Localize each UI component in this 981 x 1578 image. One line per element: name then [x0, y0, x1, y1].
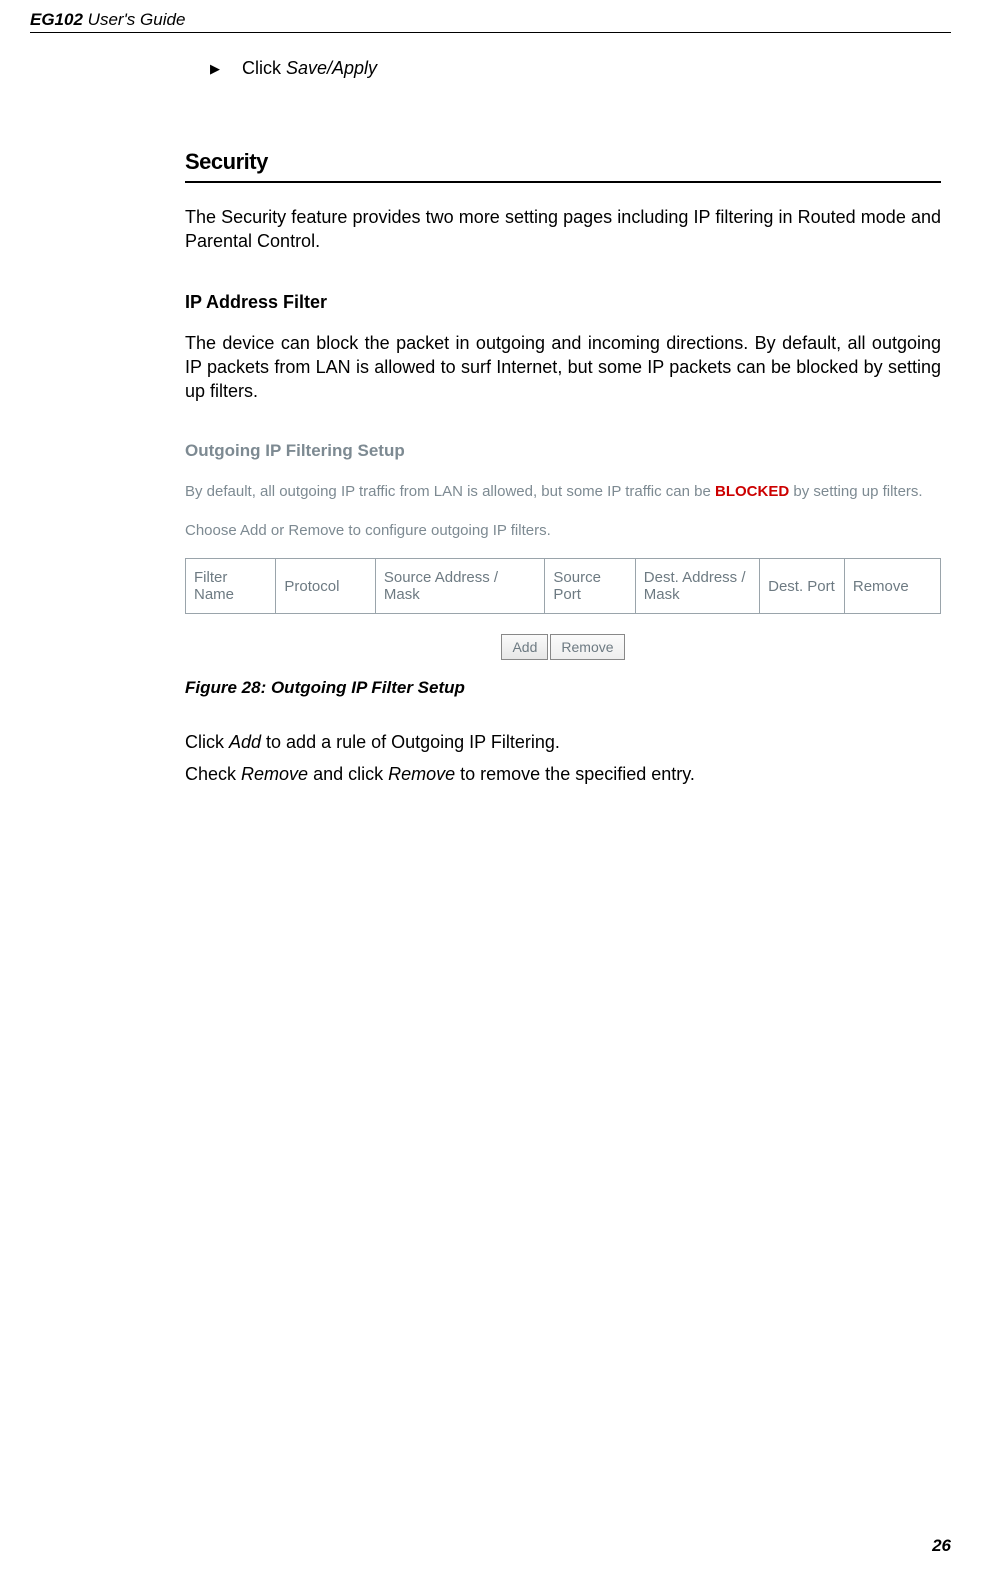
page: EG102 User's Guide ▶ Click Save/Apply Se… — [0, 0, 981, 1578]
add-button[interactable]: Add — [501, 634, 548, 660]
bullet-action: Save/Apply — [286, 58, 377, 78]
inst2-action1: Remove — [241, 764, 308, 784]
bullet-arrow-icon: ▶ — [210, 61, 220, 77]
header-doc-label: User's Guide — [88, 10, 186, 29]
inst2-action2: Remove — [388, 764, 455, 784]
filter-table: Filter Name Protocol Source Address / Ma… — [185, 558, 941, 614]
inst2-post: to remove the specified entry. — [455, 764, 695, 784]
header-model: EG102 — [30, 10, 83, 29]
figure-outgoing-ip-filter: Outgoing IP Filtering Setup By default, … — [185, 441, 941, 660]
col-source-addr: Source Address / Mask — [375, 559, 545, 614]
figure-desc-pre: By default, all outgoing IP traffic from… — [185, 483, 715, 500]
instruction-remove: Check Remove and click Remove to remove … — [185, 762, 941, 787]
figure-desc-line2: Choose Add or Remove to configure outgoi… — [185, 520, 941, 543]
header-title: EG102 User's Guide — [30, 10, 185, 30]
instruction-add: Click Add to add a rule of Outgoing IP F… — [185, 730, 941, 755]
ip-filter-heading: IP Address Filter — [185, 292, 941, 313]
col-remove: Remove — [844, 559, 940, 614]
content-area: ▶ Click Save/Apply Security The Security… — [30, 33, 951, 787]
table-header-row: Filter Name Protocol Source Address / Ma… — [186, 559, 941, 614]
section-title: Security — [185, 149, 941, 183]
col-dest-port: Dest. Port — [760, 559, 845, 614]
page-number: 26 — [932, 1536, 951, 1556]
figure-desc-line1: By default, all outgoing IP traffic from… — [185, 481, 941, 504]
bullet-text: Click Save/Apply — [242, 58, 377, 79]
col-dest-addr: Dest. Address / Mask — [635, 559, 759, 614]
section-intro: The Security feature provides two more s… — [185, 205, 941, 254]
figure-desc-blocked: BLOCKED — [715, 483, 789, 500]
ip-filter-desc: The device can block the packet in outgo… — [185, 331, 941, 404]
remove-button[interactable]: Remove — [550, 634, 624, 660]
figure-title: Outgoing IP Filtering Setup — [185, 441, 941, 461]
inst1-action: Add — [229, 732, 261, 752]
figure-desc-post: by setting up filters. — [789, 483, 922, 500]
button-row: AddRemove — [185, 634, 941, 660]
bullet-prefix: Click — [242, 58, 286, 78]
page-header: EG102 User's Guide — [30, 0, 951, 33]
inst1-post: to add a rule of Outgoing IP Filtering. — [261, 732, 560, 752]
figure-caption: Figure 28: Outgoing IP Filter Setup — [185, 678, 941, 698]
inst2-pre: Check — [185, 764, 241, 784]
inst2-mid: and click — [308, 764, 388, 784]
col-source-port: Source Port — [545, 559, 635, 614]
bullet-item: ▶ Click Save/Apply — [185, 58, 941, 79]
col-filter-name: Filter Name — [186, 559, 276, 614]
inst1-pre: Click — [185, 732, 229, 752]
col-protocol: Protocol — [276, 559, 375, 614]
